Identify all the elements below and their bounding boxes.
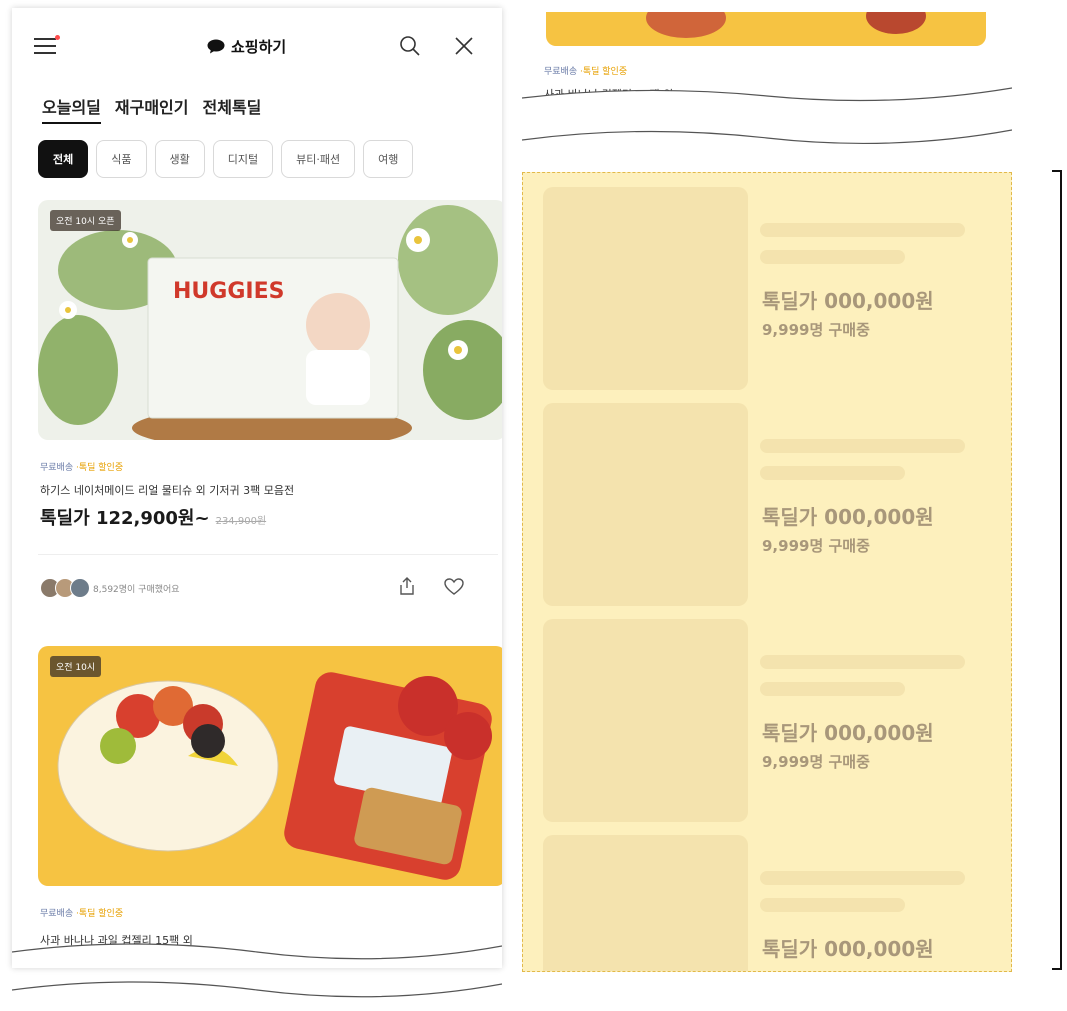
share-icon[interactable]	[398, 576, 416, 596]
skeleton-item: 톡딜가 000,000원 9,999명 구매중	[543, 187, 1003, 390]
divider	[38, 554, 498, 555]
skeleton-loading-list: 톡딜가 000,000원 9,999명 구매중 톡딜가 000,000원 9,9…	[522, 172, 1012, 972]
chip-all[interactable]: 전체	[38, 140, 89, 178]
product-image[interactable]: 오전 10시	[38, 646, 502, 886]
category-chips: 전체 식품 생활 디지털 뷰티·패션 여행	[38, 140, 414, 178]
deal-price: 톡딜가 122,900원~	[40, 508, 210, 529]
torn-edge	[12, 981, 502, 998]
skeleton-subtitle-line	[760, 250, 905, 264]
deal-flag: ·톡딜 할인중	[76, 909, 124, 919]
fruit-jelly-product-photo	[38, 646, 502, 886]
heart-icon[interactable]	[444, 578, 464, 596]
skeleton-thumbnail	[543, 835, 748, 971]
diaper-product-photo: HUGGIES	[38, 200, 502, 440]
skeleton-subtitle-line	[760, 682, 905, 696]
skeleton-title-line	[760, 439, 965, 453]
free-shipping-label[interactable]: 무료배송	[40, 463, 73, 473]
skeleton-item: 톡딜가 000,000원	[543, 835, 1003, 971]
skeleton-thumbnail	[543, 187, 748, 390]
skeleton-buyers: 9,999명 구매중	[762, 321, 870, 339]
skeleton-thumbnail	[543, 619, 748, 822]
skeleton-subtitle-line	[760, 898, 905, 912]
close-icon[interactable]	[452, 34, 476, 58]
skeleton-price: 톡딜가 000,000원	[762, 721, 934, 745]
chat-bubble-icon	[207, 39, 225, 54]
seller-line: 무료배송 ·톡딜 할인중	[40, 906, 123, 919]
skeleton-subtitle-line	[760, 466, 905, 480]
skeleton-title-line	[760, 655, 965, 669]
chip-living[interactable]: 생활	[154, 140, 205, 178]
product-image[interactable]: HUGGIES 오전 10시 오픈	[38, 200, 502, 440]
main-tabs: 오늘의딜 재구매인기 전체톡딜	[42, 94, 261, 124]
skeleton-thumbnail	[543, 403, 748, 606]
seller-line: 무료배송 ·톡딜 할인중	[40, 460, 123, 473]
product-image[interactable]	[546, 12, 986, 46]
top-bar: 쇼핑하기	[12, 8, 502, 88]
skeleton-buyers: 9,999명 구매중	[762, 537, 870, 555]
menu-icon[interactable]	[34, 35, 60, 56]
previous-card-fragment: 무료배송 ·톡딜 할인중 사과 바나나 컵젤리 15팩 외	[522, 12, 1012, 102]
tab-all-deals[interactable]: 전체톡딜	[203, 94, 262, 124]
open-time-badge: 오전 10시	[50, 656, 102, 677]
skeleton-buyers: 9,999명 구매중	[762, 753, 870, 771]
brand-title: 쇼핑하기	[231, 38, 287, 56]
deal-flag: ·톡딜 할인중	[76, 463, 124, 473]
skeleton-price: 톡딜가 000,000원	[762, 505, 934, 529]
buyer-avatars	[40, 578, 90, 598]
skeleton-price: 톡딜가 000,000원	[762, 937, 934, 961]
product-title[interactable]: 하기스 네이처메이드 리얼 물티슈 외 기저귀 3팩 모음전	[40, 482, 294, 498]
chip-digital[interactable]: 디지털	[212, 140, 274, 178]
svg-text:HUGGIES: HUGGIES	[173, 279, 284, 304]
buyer-count: 8,592명이 구매했어요	[93, 584, 180, 595]
free-shipping-label[interactable]: 무료배송	[40, 909, 73, 919]
skeleton-title-line	[760, 223, 965, 237]
chip-travel[interactable]: 여행	[363, 140, 414, 178]
search-icon[interactable]	[398, 34, 422, 58]
buyer-info: 8,592명이 구매했어요	[40, 578, 180, 598]
price-row: 톡딜가 122,900원~ 234,900원	[40, 504, 266, 530]
brand-logo[interactable]: 쇼핑하기	[207, 36, 286, 57]
skeleton-title-line	[760, 871, 965, 885]
torn-edge	[522, 129, 1012, 145]
tab-repurchase[interactable]: 재구매인기	[115, 94, 189, 124]
open-time-badge: 오전 10시 오픈	[50, 210, 121, 231]
tab-today-deal[interactable]: 오늘의딜	[42, 94, 101, 124]
shopping-screen: 쇼핑하기 오늘의딜 재구매인기 전체톡딜 전체 식품 생활 디지털 뷰티·패션 …	[12, 8, 502, 968]
torn-edge	[12, 943, 502, 968]
skeleton-item: 톡딜가 000,000원 9,999명 구매중	[543, 403, 1003, 606]
range-bracket	[1052, 170, 1062, 970]
skeleton-price: 톡딜가 000,000원	[762, 289, 934, 313]
chip-food[interactable]: 식품	[96, 140, 147, 178]
skeleton-item: 톡딜가 000,000원 9,999명 구매중	[543, 619, 1003, 822]
original-price: 234,900원	[215, 516, 267, 527]
torn-edge	[522, 87, 1012, 102]
chip-beauty-fashion[interactable]: 뷰티·패션	[281, 140, 356, 178]
